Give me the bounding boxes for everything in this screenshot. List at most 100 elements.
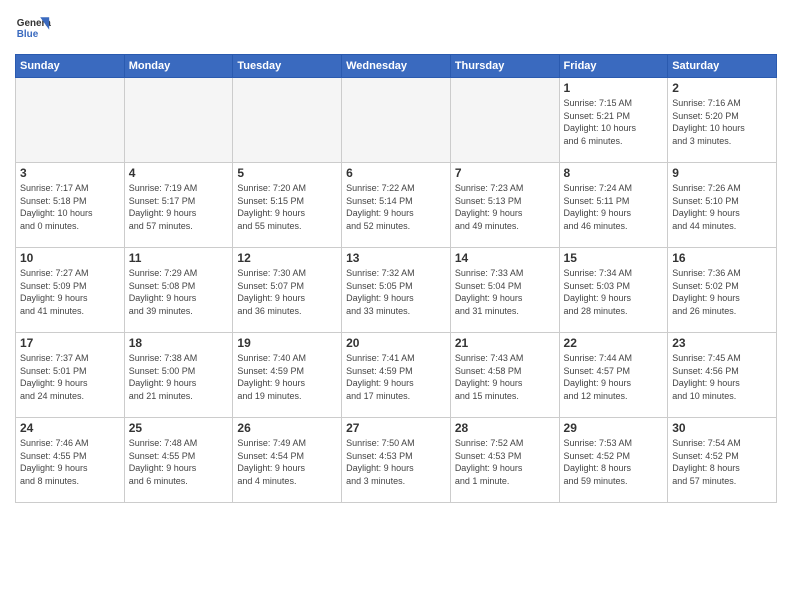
calendar-week-row: 10 Sunrise: 7:27 AM Sunset: 5:09 PM Dayli… [16, 248, 777, 333]
day-info: Sunrise: 7:24 AM Sunset: 5:11 PM Dayligh… [564, 182, 664, 232]
day-info: Sunrise: 7:29 AM Sunset: 5:08 PM Dayligh… [129, 267, 229, 317]
header: General Blue [15, 10, 777, 46]
calendar-cell: 29 Sunrise: 7:53 AM Sunset: 4:52 PM Dayli… [559, 418, 668, 503]
day-number: 20 [346, 336, 446, 350]
day-number: 22 [564, 336, 664, 350]
day-number: 13 [346, 251, 446, 265]
day-number: 5 [237, 166, 337, 180]
day-info: Sunrise: 7:43 AM Sunset: 4:58 PM Dayligh… [455, 352, 555, 402]
calendar-cell: 5 Sunrise: 7:20 AM Sunset: 5:15 PM Daylig… [233, 163, 342, 248]
day-info: Sunrise: 7:30 AM Sunset: 5:07 PM Dayligh… [237, 267, 337, 317]
day-info: Sunrise: 7:37 AM Sunset: 5:01 PM Dayligh… [20, 352, 120, 402]
calendar-cell: 10 Sunrise: 7:27 AM Sunset: 5:09 PM Dayli… [16, 248, 125, 333]
calendar-cell: 15 Sunrise: 7:34 AM Sunset: 5:03 PM Dayli… [559, 248, 668, 333]
calendar-cell: 2Sunrise: 7:16 AM Sunset: 5:20 PM Daylig… [668, 78, 777, 163]
day-number: 14 [455, 251, 555, 265]
day-info: Sunrise: 7:46 AM Sunset: 4:55 PM Dayligh… [20, 437, 120, 487]
calendar-cell: 26 Sunrise: 7:49 AM Sunset: 4:54 PM Dayli… [233, 418, 342, 503]
calendar-cell: 18 Sunrise: 7:38 AM Sunset: 5:00 PM Dayli… [124, 333, 233, 418]
weekday-header: Tuesday [233, 55, 342, 78]
calendar-cell: 6Sunrise: 7:22 AM Sunset: 5:14 PM Daylig… [342, 163, 451, 248]
calendar-cell: 25 Sunrise: 7:48 AM Sunset: 4:55 PM Dayli… [124, 418, 233, 503]
calendar-cell: 12 Sunrise: 7:30 AM Sunset: 5:07 PM Dayli… [233, 248, 342, 333]
calendar-cell: 22 Sunrise: 7:44 AM Sunset: 4:57 PM Dayli… [559, 333, 668, 418]
calendar-body: 1 Sunrise: 7:15 AM Sunset: 5:21 PM Daylig… [16, 78, 777, 503]
logo-icon: General Blue [15, 10, 51, 46]
calendar-cell: 14 Sunrise: 7:33 AM Sunset: 5:04 PM Dayli… [450, 248, 559, 333]
calendar-cell [16, 78, 125, 163]
day-info: Sunrise: 7:40 AM Sunset: 4:59 PM Dayligh… [237, 352, 337, 402]
day-info: Sunrise: 7:49 AM Sunset: 4:54 PM Dayligh… [237, 437, 337, 487]
day-info: Sunrise: 7:26 AM Sunset: 5:10 PM Dayligh… [672, 182, 772, 232]
day-number: 28 [455, 421, 555, 435]
calendar-cell: 16Sunrise: 7:36 AM Sunset: 5:02 PM Dayli… [668, 248, 777, 333]
weekday-header: Saturday [668, 55, 777, 78]
day-number: 10 [20, 251, 120, 265]
calendar-week-row: 3 Sunrise: 7:17 AM Sunset: 5:18 PM Daylig… [16, 163, 777, 248]
day-info: Sunrise: 7:50 AM Sunset: 4:53 PM Dayligh… [346, 437, 446, 487]
calendar-cell: 9 Sunrise: 7:26 AM Sunset: 5:10 PM Daylig… [668, 163, 777, 248]
day-number: 24 [20, 421, 120, 435]
day-info: Sunrise: 7:38 AM Sunset: 5:00 PM Dayligh… [129, 352, 229, 402]
day-number: 7 [455, 166, 555, 180]
day-info: Sunrise: 7:19 AM Sunset: 5:17 PM Dayligh… [129, 182, 229, 232]
day-number: 12 [237, 251, 337, 265]
weekday-header: Monday [124, 55, 233, 78]
day-info: Sunrise: 7:16 AM Sunset: 5:20 PM Dayligh… [672, 97, 772, 147]
day-number: 19 [237, 336, 337, 350]
weekday-header: Friday [559, 55, 668, 78]
day-number: 26 [237, 421, 337, 435]
day-number: 4 [129, 166, 229, 180]
calendar-cell [124, 78, 233, 163]
calendar-cell: 13Sunrise: 7:32 AM Sunset: 5:05 PM Dayli… [342, 248, 451, 333]
weekday-header: Sunday [16, 55, 125, 78]
calendar-cell [233, 78, 342, 163]
day-info: Sunrise: 7:27 AM Sunset: 5:09 PM Dayligh… [20, 267, 120, 317]
day-info: Sunrise: 7:48 AM Sunset: 4:55 PM Dayligh… [129, 437, 229, 487]
day-info: Sunrise: 7:23 AM Sunset: 5:13 PM Dayligh… [455, 182, 555, 232]
calendar-cell: 19 Sunrise: 7:40 AM Sunset: 4:59 PM Dayli… [233, 333, 342, 418]
day-number: 3 [20, 166, 120, 180]
svg-text:Blue: Blue [17, 29, 39, 40]
day-number: 17 [20, 336, 120, 350]
day-info: Sunrise: 7:34 AM Sunset: 5:03 PM Dayligh… [564, 267, 664, 317]
day-info: Sunrise: 7:41 AM Sunset: 4:59 PM Dayligh… [346, 352, 446, 402]
day-info: Sunrise: 7:33 AM Sunset: 5:04 PM Dayligh… [455, 267, 555, 317]
weekday-header: Thursday [450, 55, 559, 78]
calendar-cell: 20 Sunrise: 7:41 AM Sunset: 4:59 PM Dayli… [342, 333, 451, 418]
day-number: 15 [564, 251, 664, 265]
calendar-cell: 23Sunrise: 7:45 AM Sunset: 4:56 PM Dayli… [668, 333, 777, 418]
logo: General Blue [15, 10, 51, 46]
day-info: Sunrise: 7:17 AM Sunset: 5:18 PM Dayligh… [20, 182, 120, 232]
calendar-cell [342, 78, 451, 163]
day-info: Sunrise: 7:54 AM Sunset: 4:52 PM Dayligh… [672, 437, 772, 487]
calendar-cell: 11 Sunrise: 7:29 AM Sunset: 5:08 PM Dayli… [124, 248, 233, 333]
day-number: 27 [346, 421, 446, 435]
day-number: 30 [672, 421, 772, 435]
calendar-week-row: 1 Sunrise: 7:15 AM Sunset: 5:21 PM Daylig… [16, 78, 777, 163]
calendar-cell: 28 Sunrise: 7:52 AM Sunset: 4:53 PM Dayli… [450, 418, 559, 503]
day-number: 6 [346, 166, 446, 180]
weekday-header: Wednesday [342, 55, 451, 78]
day-number: 25 [129, 421, 229, 435]
day-number: 1 [564, 81, 664, 95]
calendar-cell: 8 Sunrise: 7:24 AM Sunset: 5:11 PM Daylig… [559, 163, 668, 248]
day-number: 8 [564, 166, 664, 180]
day-number: 23 [672, 336, 772, 350]
day-number: 9 [672, 166, 772, 180]
calendar-cell: 3 Sunrise: 7:17 AM Sunset: 5:18 PM Daylig… [16, 163, 125, 248]
day-info: Sunrise: 7:20 AM Sunset: 5:15 PM Dayligh… [237, 182, 337, 232]
day-info: Sunrise: 7:52 AM Sunset: 4:53 PM Dayligh… [455, 437, 555, 487]
day-number: 29 [564, 421, 664, 435]
day-info: Sunrise: 7:36 AM Sunset: 5:02 PM Dayligh… [672, 267, 772, 317]
calendar-week-row: 24 Sunrise: 7:46 AM Sunset: 4:55 PM Dayli… [16, 418, 777, 503]
day-info: Sunrise: 7:15 AM Sunset: 5:21 PM Dayligh… [564, 97, 664, 147]
weekday-header-row: SundayMondayTuesdayWednesdayThursdayFrid… [16, 55, 777, 78]
calendar-cell: 30 Sunrise: 7:54 AM Sunset: 4:52 PM Dayli… [668, 418, 777, 503]
day-info: Sunrise: 7:53 AM Sunset: 4:52 PM Dayligh… [564, 437, 664, 487]
day-number: 11 [129, 251, 229, 265]
day-info: Sunrise: 7:44 AM Sunset: 4:57 PM Dayligh… [564, 352, 664, 402]
calendar-cell: 27 Sunrise: 7:50 AM Sunset: 4:53 PM Dayli… [342, 418, 451, 503]
day-number: 18 [129, 336, 229, 350]
calendar-cell [450, 78, 559, 163]
